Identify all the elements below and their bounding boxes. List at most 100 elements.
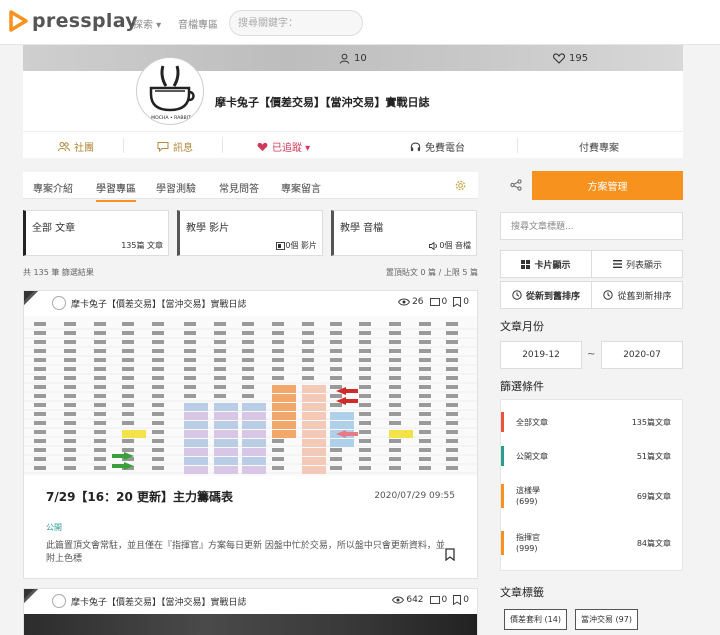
nav-explore[interactable]: 探索 ▾ [133, 16, 161, 31]
profile-banner: 10 195 [23, 45, 683, 71]
plan-management-button[interactable]: 方案管理 [532, 171, 683, 200]
filter-public-articles[interactable]: 公開文章 51篇文章 [501, 446, 684, 466]
share-icon [510, 179, 522, 191]
category-audio[interactable]: 教學 音檔 0個 音檔 [331, 210, 477, 256]
card-view-button[interactable]: 卡片顯示 [501, 251, 592, 277]
mocha-rabbit-logo: MOCHA • RABBIT [149, 65, 195, 121]
month-range-separator: ~ [587, 349, 596, 360]
pinned-ribbon-icon [24, 589, 38, 603]
filter-color-bar [501, 484, 504, 508]
list-icon [612, 260, 622, 268]
grid-icon [521, 259, 531, 269]
project-title: 摩卡兔子【價差交易】【當沖交易】實戰日誌 [215, 96, 430, 109]
filter-plan-commander[interactable]: 指揮官 (999) 84篇文章 [501, 531, 684, 555]
share-button[interactable] [500, 171, 532, 199]
sort-newest-button[interactable]: 從新到舊排序 [501, 282, 592, 308]
month-to-select[interactable]: 2020-07 [601, 341, 683, 369]
category-all-articles[interactable]: 全部 文章 135篇 文章 [23, 210, 169, 256]
post-excerpt: 此篇置頂文會常駐，並且僅在『指揮官』方案每日更新 因盤中忙於交易，所以盤中只會更… [46, 541, 445, 564]
post-header: 摩卡兔子【價差交易】【當沖交易】實戰日誌 642 0 0 [24, 589, 479, 614]
comment-icon [429, 595, 440, 604]
author-avatar[interactable] [52, 594, 66, 608]
month-heading: 文章月份 [500, 320, 544, 333]
heart-icon [553, 53, 565, 64]
divider [517, 138, 518, 153]
paid-plans-button[interactable]: 付費專案 [579, 139, 619, 154]
clock-icon [512, 290, 522, 300]
search-input[interactable] [238, 16, 356, 30]
category-videos[interactable]: 教學 影片 0個 影片 [177, 210, 323, 256]
filter-all-articles[interactable]: 全部文章 135篇文章 [501, 412, 684, 432]
brand-name: pressplay [32, 10, 138, 32]
heart-filled-icon [257, 142, 268, 151]
tab-faq[interactable]: 常見問答 [219, 180, 259, 195]
post-author[interactable]: 摩卡兔子【價差交易】【當沖交易】實戰日誌 [71, 595, 247, 608]
tab-learning-zone[interactable]: 學習專區 [96, 180, 136, 202]
eye-icon [398, 298, 411, 306]
divider [123, 138, 124, 153]
post-access-tag: 公開 [46, 523, 62, 532]
avatar[interactable]: MOCHA • RABBIT [136, 57, 204, 125]
comment-icon [429, 297, 440, 306]
user-icon [339, 53, 350, 64]
group-icon [58, 142, 70, 152]
play-logo-icon [9, 10, 28, 32]
filter-plan-learn[interactable]: 這樣學 (699) 69篇文章 [501, 484, 684, 508]
article-search-input[interactable] [511, 220, 661, 234]
post-author[interactable]: 摩卡兔子【價差交易】【當沖交易】實戰日誌 [71, 297, 247, 310]
post-title[interactable]: 7/29【16：20 更新】主力籌碼表 [46, 488, 233, 505]
free-radio-button[interactable]: 免費電台 [410, 139, 465, 154]
subscribed-dropdown[interactable]: 已追蹤 ▾ [257, 139, 310, 154]
tab-project-intro[interactable]: 專案介紹 [33, 180, 73, 195]
speaker-icon [429, 241, 438, 250]
community-button[interactable]: 社團 [58, 139, 94, 154]
article-search[interactable] [500, 212, 683, 240]
sort-toggle: 從新到舊排序 從舊到新排序 [500, 281, 683, 309]
post-stats: 642 0 0 [392, 595, 469, 605]
nav-music-zone[interactable]: 音檔專區 [178, 16, 218, 31]
gear-icon[interactable] [455, 180, 466, 191]
tab-learning-quiz[interactable]: 學習測驗 [156, 180, 196, 195]
tag-day-trading[interactable]: 當沖交易 (97) [575, 609, 638, 630]
filter-list: 全部文章 135篇文章 公開文章 51篇文章 這樣學 (699) 69篇文章 指揮… [500, 399, 683, 571]
search-box[interactable] [229, 10, 363, 36]
result-count: 共 135 筆 篩選結果 [23, 268, 94, 277]
top-nav: pressplay 探索 ▾ 音檔專區 [0, 0, 720, 45]
post-date: 2020/07/29 09:55 [374, 491, 455, 501]
list-view-button[interactable]: 列表顯示 [592, 251, 683, 277]
filter-heading: 篩選條件 [500, 380, 544, 393]
tags-heading: 文章標籤 [500, 586, 544, 599]
eye-icon [392, 596, 405, 604]
brand-logo[interactable]: pressplay [8, 10, 138, 32]
likes-count: 195 [553, 53, 588, 64]
post-stats: 26 0 0 [398, 297, 469, 307]
save-bookmark-icon[interactable] [445, 548, 455, 561]
category-cards: 全部 文章 135篇 文章 教學 影片 0個 影片 教學 音檔 0個 音檔 [23, 210, 478, 256]
result-summary: 共 135 筆 篩選結果 置頂貼文 0 篇 / 上限 5 篇 [23, 265, 478, 279]
bookmark-icon [453, 595, 462, 605]
month-from-select[interactable]: 2019-12 [500, 341, 582, 369]
profile-card: MOCHA • RABBIT 摩卡兔子【價差交易】【當沖交易】實戰日誌 [23, 57, 683, 131]
headphones-icon [410, 142, 421, 152]
svg-text:MOCHA • RABBIT: MOCHA • RABBIT [151, 115, 191, 121]
clock-icon [603, 290, 614, 300]
tag-spread-arbitrage[interactable]: 價差套利 (14) [504, 609, 567, 630]
pinned-count: 置頂貼文 0 篇 / 上限 5 篇 [385, 268, 478, 277]
members-count: 10 [339, 53, 367, 64]
post-thumbnail [24, 614, 477, 635]
profile-actions: 社團 訊息 已追蹤 ▾ 免費電台 付費專案 [23, 131, 683, 158]
view-toggle: 卡片顯示 列表顯示 [500, 250, 683, 278]
pinned-ribbon-icon [24, 291, 38, 305]
chat-icon [157, 142, 169, 152]
post-thumbnail [24, 316, 477, 476]
filter-color-bar [501, 412, 504, 432]
post-card[interactable]: 摩卡兔子【價差交易】【當沖交易】實戰日誌 26 0 0 7/29【16：20 更… [23, 290, 478, 579]
filter-color-bar [501, 531, 504, 555]
tab-project-comments[interactable]: 專案留言 [281, 180, 321, 195]
post-card[interactable]: 摩卡兔子【價差交易】【當沖交易】實戰日誌 642 0 0 [23, 588, 478, 635]
sort-oldest-button[interactable]: 從舊到新排序 [592, 282, 683, 308]
filter-color-bar [501, 446, 504, 466]
messages-button[interactable]: 訊息 [157, 139, 193, 154]
author-avatar[interactable] [52, 296, 66, 310]
divider [222, 138, 223, 153]
